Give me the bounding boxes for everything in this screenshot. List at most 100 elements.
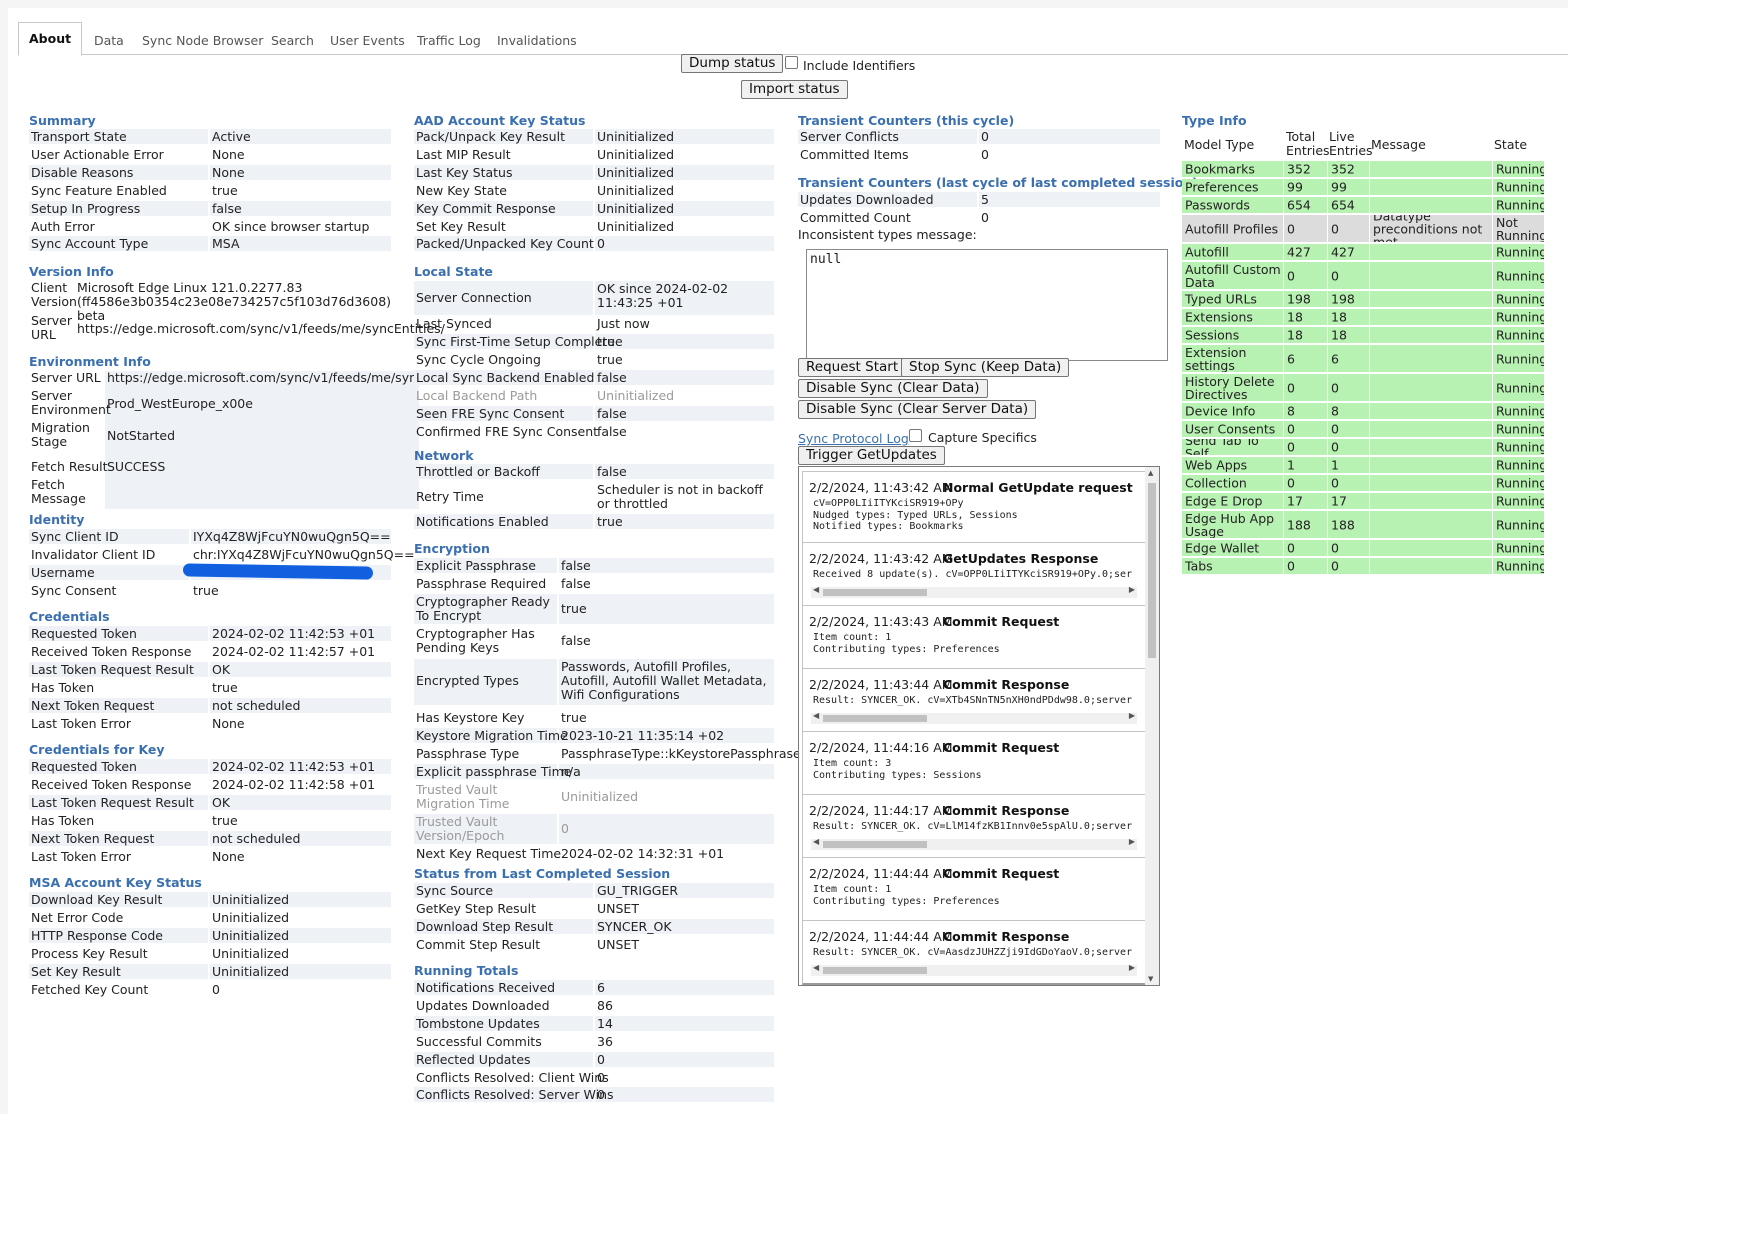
log-entry[interactable]: 2/2/2024, 11:44:16 AM Commit Request Item … [802, 731, 1147, 796]
tab-data[interactable]: Data [86, 28, 132, 54]
row-label: Requested Token [31, 759, 137, 774]
row-value: true [193, 583, 219, 598]
stop-sync-button[interactable]: Stop Sync (Keep Data) [901, 358, 1070, 377]
scroll-right-arrow-icon[interactable]: ▶ [1129, 837, 1135, 846]
encryption-table: Explicit Passphrase false Passphrase Req… [414, 558, 801, 868]
credentials-heading: Credentials [29, 609, 110, 624]
type-info-cell-text: 6 [1331, 351, 1339, 366]
row-label: Net Error Code [31, 910, 124, 925]
trigger-getupdates-button[interactable]: Trigger GetUpdates [798, 446, 945, 465]
row-label: Auth Error [31, 219, 95, 234]
type-info-row: History Delete Directives 0 0 Running [1182, 374, 1544, 401]
inconsistent-types-label: Inconsistent types message: [798, 227, 977, 242]
log-entry-scrollbar[interactable]: ◀ ▶ [811, 711, 1137, 724]
scroll-left-arrow-icon[interactable]: ◀ [813, 585, 819, 594]
row-value: 2024-02-02 11:42:53 +01 [212, 759, 376, 774]
log-entry[interactable]: 2/2/2024, 11:43:42 AM Normal GetUpdate re… [802, 471, 1147, 544]
log-entry-scroll-thumb[interactable] [823, 715, 927, 722]
type-info-row: Extensions 18 18 Running [1182, 309, 1544, 325]
row-label: Download Step Result [416, 919, 554, 934]
last-session-heading: Status from Last Completed Session [414, 866, 671, 881]
log-vertical-scrollbar[interactable]: ▲ ▼ [1145, 467, 1159, 985]
type-info-cell-text: 1 [1287, 457, 1295, 473]
type-info-cell-text: 99 [1287, 179, 1303, 195]
type-name-cell: History Delete Directives [1182, 374, 1283, 401]
log-entry[interactable]: 2/2/2024, 11:43:44 AM Commit Response Resu… [802, 668, 1147, 733]
row-label: Reflected Updates [416, 1052, 531, 1067]
disable-sync-button[interactable]: Disable Sync (Clear Data) [798, 379, 988, 398]
capture-specifics-checkbox[interactable] [909, 429, 922, 442]
dump-status-button[interactable]: Dump status [681, 54, 784, 73]
tab-search[interactable]: Search [263, 28, 322, 54]
row-value: not scheduled [212, 831, 301, 846]
log-entry-scroll-thumb[interactable] [823, 841, 927, 848]
type-info-cell-text: Extension settings [1185, 345, 1247, 372]
log-entry[interactable]: 2/2/2024, 11:44:44 AM Commit Response Resu… [802, 920, 1147, 985]
log-entry-scrollbar[interactable]: ◀ ▶ [811, 837, 1137, 850]
scroll-right-arrow-icon[interactable]: ▶ [1129, 711, 1135, 720]
log-entry[interactable]: 2/2/2024, 11:44:44 AM Commit Request Item … [802, 857, 1147, 922]
scroll-right-arrow-icon[interactable]: ▶ [1129, 963, 1135, 972]
type-info-cell-text: Datatype preconditions not met. [1373, 215, 1483, 242]
capture-specifics-label: Capture Specifics [928, 430, 1037, 445]
tab-about[interactable]: About [18, 22, 83, 56]
credentials-for-key-heading: Credentials for Key [29, 742, 165, 757]
inconsistent-types-textarea[interactable]: null [806, 249, 1168, 361]
row-label: Next Token Request [31, 698, 155, 713]
scroll-left-arrow-icon[interactable]: ◀ [813, 711, 819, 720]
total-entries-cell: 0 [1284, 215, 1327, 242]
log-entry-scrollbar[interactable]: ◀ ▶ [811, 585, 1137, 598]
type-info-cell-text: Edge Wallet [1185, 540, 1260, 556]
encrypted-types-label: Encrypted Types [416, 673, 519, 688]
row-value: 0 [981, 210, 989, 225]
include-identifiers-checkbox[interactable] [785, 56, 798, 69]
log-entry-scroll-thumb[interactable] [823, 967, 927, 974]
scroll-right-arrow-icon[interactable]: ▶ [1129, 585, 1135, 594]
type-info-cell-text: Running [1496, 475, 1544, 491]
disable-sync-server-button[interactable]: Disable Sync (Clear Server Data) [798, 400, 1037, 419]
tab-user-events[interactable]: User Events [322, 28, 413, 54]
message-cell [1370, 558, 1492, 574]
total-entries-cell: 8 [1284, 403, 1327, 419]
type-info-cell-text: Autofill [1185, 244, 1229, 260]
log-scroll-thumb[interactable] [1148, 483, 1156, 658]
row-value: UNSET [597, 937, 639, 952]
tab-sync-node-browser[interactable]: Sync Node Browser [134, 28, 271, 54]
scroll-left-arrow-icon[interactable]: ◀ [813, 963, 819, 972]
aad-key-status-heading: AAD Account Key Status [414, 113, 586, 128]
row-label: Fetched Key Count [31, 982, 149, 997]
scroll-down-arrow-icon[interactable]: ▼ [1148, 975, 1153, 983]
row-value: true [212, 680, 238, 695]
local-backend-enabled-value: false [597, 370, 627, 385]
message-cell [1370, 309, 1492, 325]
sync-protocol-log-link[interactable]: Sync Protocol Log [798, 431, 909, 446]
type-info-cell-text: 99 [1331, 179, 1347, 195]
type-info-row: Typed URLs 198 198 Running [1182, 291, 1544, 307]
log-entry[interactable]: 2/2/2024, 11:43:43 AM Commit Request Item … [802, 605, 1147, 670]
row-label: Packed/Unpacked Key Count [416, 236, 594, 251]
type-info-cell-text: Running [1496, 517, 1544, 532]
env-server-url-label: Server URL [31, 370, 101, 385]
protocol-log-list[interactable]: 2/2/2024, 11:43:42 AM Normal GetUpdate re… [798, 466, 1160, 986]
tab-invalidations[interactable]: Invalidations [489, 28, 585, 54]
tab-traffic-log[interactable]: Traffic Log [409, 28, 489, 54]
row-label: Conflicts Resolved: Server Wins [416, 1087, 614, 1102]
type-info-cell-text: 0 [1331, 268, 1339, 283]
row-label: Pack/Unpack Key Result [416, 129, 565, 144]
type-name-cell: Extensions [1182, 309, 1283, 325]
import-status-button[interactable]: Import status [741, 80, 848, 99]
type-name-cell: Collection [1182, 475, 1283, 491]
total-entries-cell: 18 [1284, 327, 1327, 343]
environment-info-table: Server URL https://edge.microsoft.com/sy… [29, 370, 448, 511]
type-name-cell: Tabs [1182, 558, 1283, 574]
log-entry-scroll-thumb[interactable] [823, 589, 927, 596]
log-entry[interactable]: 2/2/2024, 11:44:17 AM Commit Response Resu… [802, 794, 1147, 859]
request-start-button[interactable]: Request Start [798, 358, 907, 377]
message-cell [1370, 540, 1492, 556]
log-entry-scrollbar[interactable]: ◀ ▶ [811, 963, 1137, 976]
scroll-left-arrow-icon[interactable]: ◀ [813, 837, 819, 846]
log-entry[interactable]: 2/2/2024, 11:43:42 AM GetUpdates Response… [802, 542, 1147, 607]
passphrase-required-label: Passphrase Required [416, 576, 547, 591]
live-entries-cell: 427 [1328, 244, 1369, 260]
scroll-up-arrow-icon[interactable]: ▲ [1148, 469, 1153, 477]
